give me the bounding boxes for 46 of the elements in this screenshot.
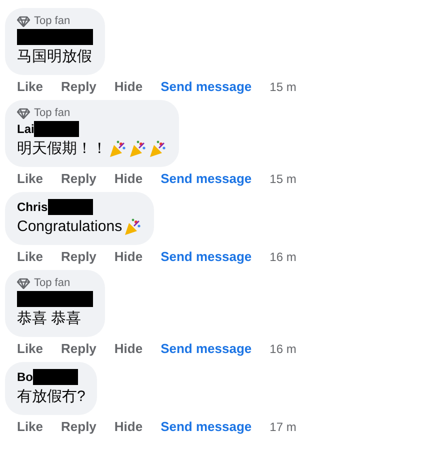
comment-time[interactable]: 16 m — [270, 250, 296, 264]
top-fan-label: Top fan — [34, 277, 70, 289]
comment-text: 恭喜 恭喜 — [17, 309, 82, 329]
redaction-bar — [34, 121, 80, 137]
send-message-link[interactable]: Send message — [160, 249, 252, 264]
comment-text: 明天假期！！ — [17, 139, 107, 159]
redaction-bar — [48, 199, 93, 215]
comment-action-link[interactable]: Like — [17, 79, 44, 94]
comment-action-link[interactable]: Hide — [114, 419, 143, 434]
diamond-icon — [17, 278, 30, 288]
party-popper-icon — [109, 140, 127, 158]
comment-action-link[interactable]: Reply — [61, 79, 96, 94]
send-message-link[interactable]: Send message — [160, 171, 252, 186]
comment-text: 有放假冇? — [17, 387, 86, 407]
party-popper-icon — [129, 140, 147, 158]
comment-time[interactable]: 15 m — [270, 172, 296, 186]
comment-text: 马国明放假 — [17, 47, 92, 67]
comment-action-link[interactable]: Hide — [114, 171, 143, 186]
comment-action-link[interactable]: Like — [17, 249, 44, 264]
comment-action-link[interactable]: Like — [17, 341, 44, 356]
send-message-link[interactable]: Send message — [160, 419, 252, 434]
send-message-link[interactable]: Send message — [160, 341, 252, 356]
commenter-name[interactable]: Lai — [17, 122, 34, 136]
comment-action-link[interactable]: Reply — [61, 249, 96, 264]
comment-action-link[interactable]: Like — [17, 419, 44, 434]
diamond-icon — [17, 108, 30, 118]
comment-time[interactable]: 16 m — [270, 342, 296, 356]
comment-time[interactable]: 17 m — [270, 420, 296, 434]
comment-action-link[interactable]: Hide — [114, 341, 143, 356]
comment-action-link[interactable]: Hide — [114, 79, 143, 94]
comment-action-link[interactable]: Hide — [114, 249, 143, 264]
comment-action-link[interactable]: Reply — [61, 419, 96, 434]
redaction-bar — [33, 369, 78, 385]
comment-action-link[interactable]: Reply — [61, 171, 96, 186]
party-popper-icon — [149, 140, 167, 158]
top-fan-label: Top fan — [34, 15, 70, 27]
comment-time[interactable]: 15 m — [270, 80, 296, 94]
comment-action-link[interactable]: Reply — [61, 341, 96, 356]
commenter-name[interactable]: Bo — [17, 370, 33, 384]
send-message-link[interactable]: Send message — [160, 79, 252, 94]
commenter-name[interactable]: Chris — [17, 200, 48, 214]
party-popper-icon — [124, 218, 142, 236]
top-fan-label: Top fan — [34, 107, 70, 119]
diamond-icon — [17, 16, 30, 26]
comment-action-link[interactable]: Like — [17, 171, 44, 186]
comment-text: Congratulations — [17, 217, 122, 237]
